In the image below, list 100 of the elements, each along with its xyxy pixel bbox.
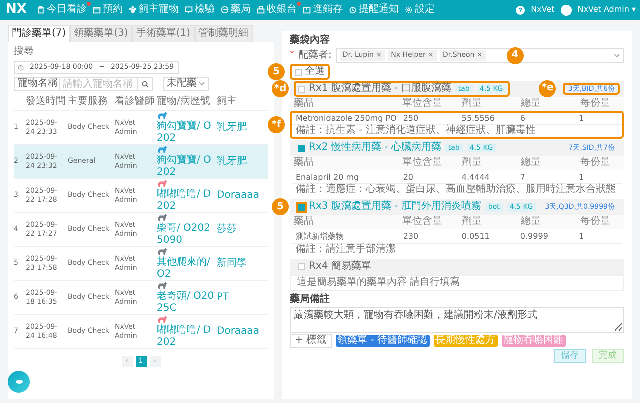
chat-icon	[16, 380, 22, 384]
owner-link[interactable]: 新同學	[217, 258, 267, 270]
table-cell-text: 230	[403, 232, 420, 242]
tab[interactable]: 領藥藥單(3)	[70, 25, 132, 42]
remark-textarea[interactable]: 嚴瀉藥較大顆，寵物有吞嚥困難，建議開粉末/液劑形式	[290, 306, 624, 333]
status-select[interactable]: 未配藥	[163, 77, 209, 91]
owner-link[interactable]: PT	[217, 292, 267, 304]
search-icon	[142, 80, 148, 88]
column-header: 每份量	[580, 98, 612, 110]
pet-link[interactable]: 老奇頭/ O2025C	[157, 291, 217, 314]
owner-link[interactable]: 乳牙肥	[217, 122, 267, 134]
table-cell-text: 20	[403, 173, 415, 182]
column-header: 藥品	[294, 98, 315, 110]
checkbox[interactable]	[298, 144, 305, 152]
nav-item[interactable]: 提醒通知	[348, 4, 399, 16]
prescription-note: 備註：請注意手部清潔	[295, 244, 397, 256]
remark-tag: 長期慢性處方	[434, 334, 498, 347]
nav-item[interactable]: 收銀台	[256, 4, 297, 16]
alarm-clock-icon	[348, 6, 357, 14]
prescription-content: 這是簡易藥單的藥單內容 請自行填寫	[290, 274, 624, 291]
column-header: 藥品	[294, 216, 315, 228]
done-button[interactable]: 完成	[592, 348, 624, 364]
help-icon[interactable]	[516, 6, 526, 14]
nav-item[interactable]: 進銷存	[302, 4, 343, 16]
table-cell-text: 7	[520, 173, 527, 182]
nav-item[interactable]: 檢驗	[184, 4, 215, 16]
monitor-icon	[184, 6, 193, 14]
prescription-title: Rx2 慢性病用藥 - 心臟病用藥	[309, 142, 442, 154]
nav-item[interactable]: 飼主寵物	[128, 4, 179, 16]
callout-badge: 5	[272, 198, 289, 216]
search-label: 搜尋	[14, 46, 35, 58]
clipboard-icon	[36, 6, 45, 14]
save-button[interactable]: 儲存	[554, 348, 586, 364]
settings-icon	[404, 6, 413, 14]
column-header: 總量	[521, 98, 542, 110]
callout-badge: *e	[539, 80, 556, 98]
app-logo: NX	[6, 2, 27, 18]
table-cell-text: 55.5556	[462, 114, 496, 124]
pet-name-input[interactable]: 請輸入寵物名稱	[60, 77, 138, 91]
column-header: 每份量	[580, 157, 612, 170]
prescription-note: 備註：抗生素 - 注意消化道症狀、神經症狀、肝臟毒性	[295, 125, 537, 138]
field-label: 配藥者:	[298, 50, 332, 62]
column-header: 單位含量	[402, 98, 444, 110]
table-cell-text: 1	[578, 173, 586, 182]
pet-link[interactable]: 狗勾寶寶/ O202	[157, 155, 217, 178]
clock-icon	[18, 64, 24, 70]
pet-link[interactable]: 柴哥/ O2025090	[157, 223, 217, 246]
add-tag-button[interactable]: + 標籤	[290, 334, 332, 348]
pet-link[interactable]: 嘟嘟噜噜/ D202	[157, 325, 217, 348]
remark-label: 藥局備註	[290, 294, 331, 306]
required-mark: *	[290, 50, 294, 61]
select-all-label[interactable]: 全選	[305, 66, 325, 78]
checkbox[interactable]	[298, 86, 305, 92]
column-header: 單位含量	[402, 216, 444, 228]
prescription-note: 備註：適應症：心衰竭、蛋白尿、高血壓輔助治療、服用時注意水合狀態	[295, 184, 617, 196]
remark-tag: 領藥單 - 待醫師確認	[336, 334, 430, 347]
tab[interactable]: 手術藥單(1)	[132, 25, 195, 42]
pet-link[interactable]: 嘟嘟噜噜/ D202	[157, 189, 217, 212]
table-cell-text: 1	[578, 114, 586, 124]
owner-link[interactable]: Doraaaa	[217, 190, 267, 202]
nav-item[interactable]: 預約	[92, 4, 123, 16]
column-header: 主要服務	[68, 96, 109, 108]
user-menu[interactable]: NxVet Admin ▾	[578, 5, 636, 15]
table-cell-text: 測試新增藥物	[296, 232, 345, 242]
checkbox[interactable]	[298, 204, 305, 211]
table-cell-text: 1	[578, 232, 586, 242]
callout-badge: 5	[268, 64, 285, 80]
checkbox[interactable]	[295, 68, 302, 76]
column-header: 劑量	[462, 216, 483, 228]
tab[interactable]: 管制藥明細	[194, 25, 253, 42]
table-cell-text: Metronidazole 250mg PO	[296, 114, 398, 124]
owner-link[interactable]: Doraaaa	[217, 326, 267, 338]
remark-tag: 寵物吞嚥困難	[502, 334, 566, 347]
nav-item[interactable]: 今日看診	[36, 4, 87, 16]
column-header: 劑量	[462, 157, 483, 170]
checkbox[interactable]	[298, 263, 305, 270]
field-select[interactable]: 寵物名稱	[14, 77, 60, 91]
owner-link[interactable]: 莎莎	[217, 224, 267, 236]
callout-badge: *d	[272, 80, 289, 98]
caret-icon	[614, 54, 620, 58]
column-header: 飼主	[217, 96, 238, 108]
table-cell-text: Enalapril 20 mg	[296, 173, 360, 182]
column-header: 寵物/病歷號	[157, 96, 212, 108]
prescription-title: Rx3 腹瀉處置用藥 - 肛門外用消炎噴霧	[309, 201, 482, 214]
tab[interactable]: 門診藥單(7)	[8, 25, 70, 42]
search-button[interactable]	[138, 77, 153, 91]
owner-link[interactable]: 乳牙肥	[217, 156, 267, 168]
prescription-title: Rx1 腹瀉處置用藥 - 口服腹瀉藥	[309, 83, 452, 95]
avatar	[560, 4, 572, 16]
table-cell-text: 250	[403, 114, 420, 124]
pet-link[interactable]: 其他爬來的/ O2	[157, 257, 217, 280]
calendar-icon	[92, 6, 101, 14]
prescription-title: Rx4 簡易藥單	[309, 260, 372, 273]
pet-link[interactable]: 狗勾寶寶/ O202	[157, 121, 217, 144]
nav-item[interactable]: 藥局	[220, 4, 251, 16]
column-header: 總量	[521, 157, 542, 170]
column-header: 看診醫師	[115, 96, 156, 108]
box-icon	[302, 6, 311, 14]
column-header: 發送時間	[26, 96, 67, 108]
nav-item[interactable]: 設定	[404, 4, 435, 16]
